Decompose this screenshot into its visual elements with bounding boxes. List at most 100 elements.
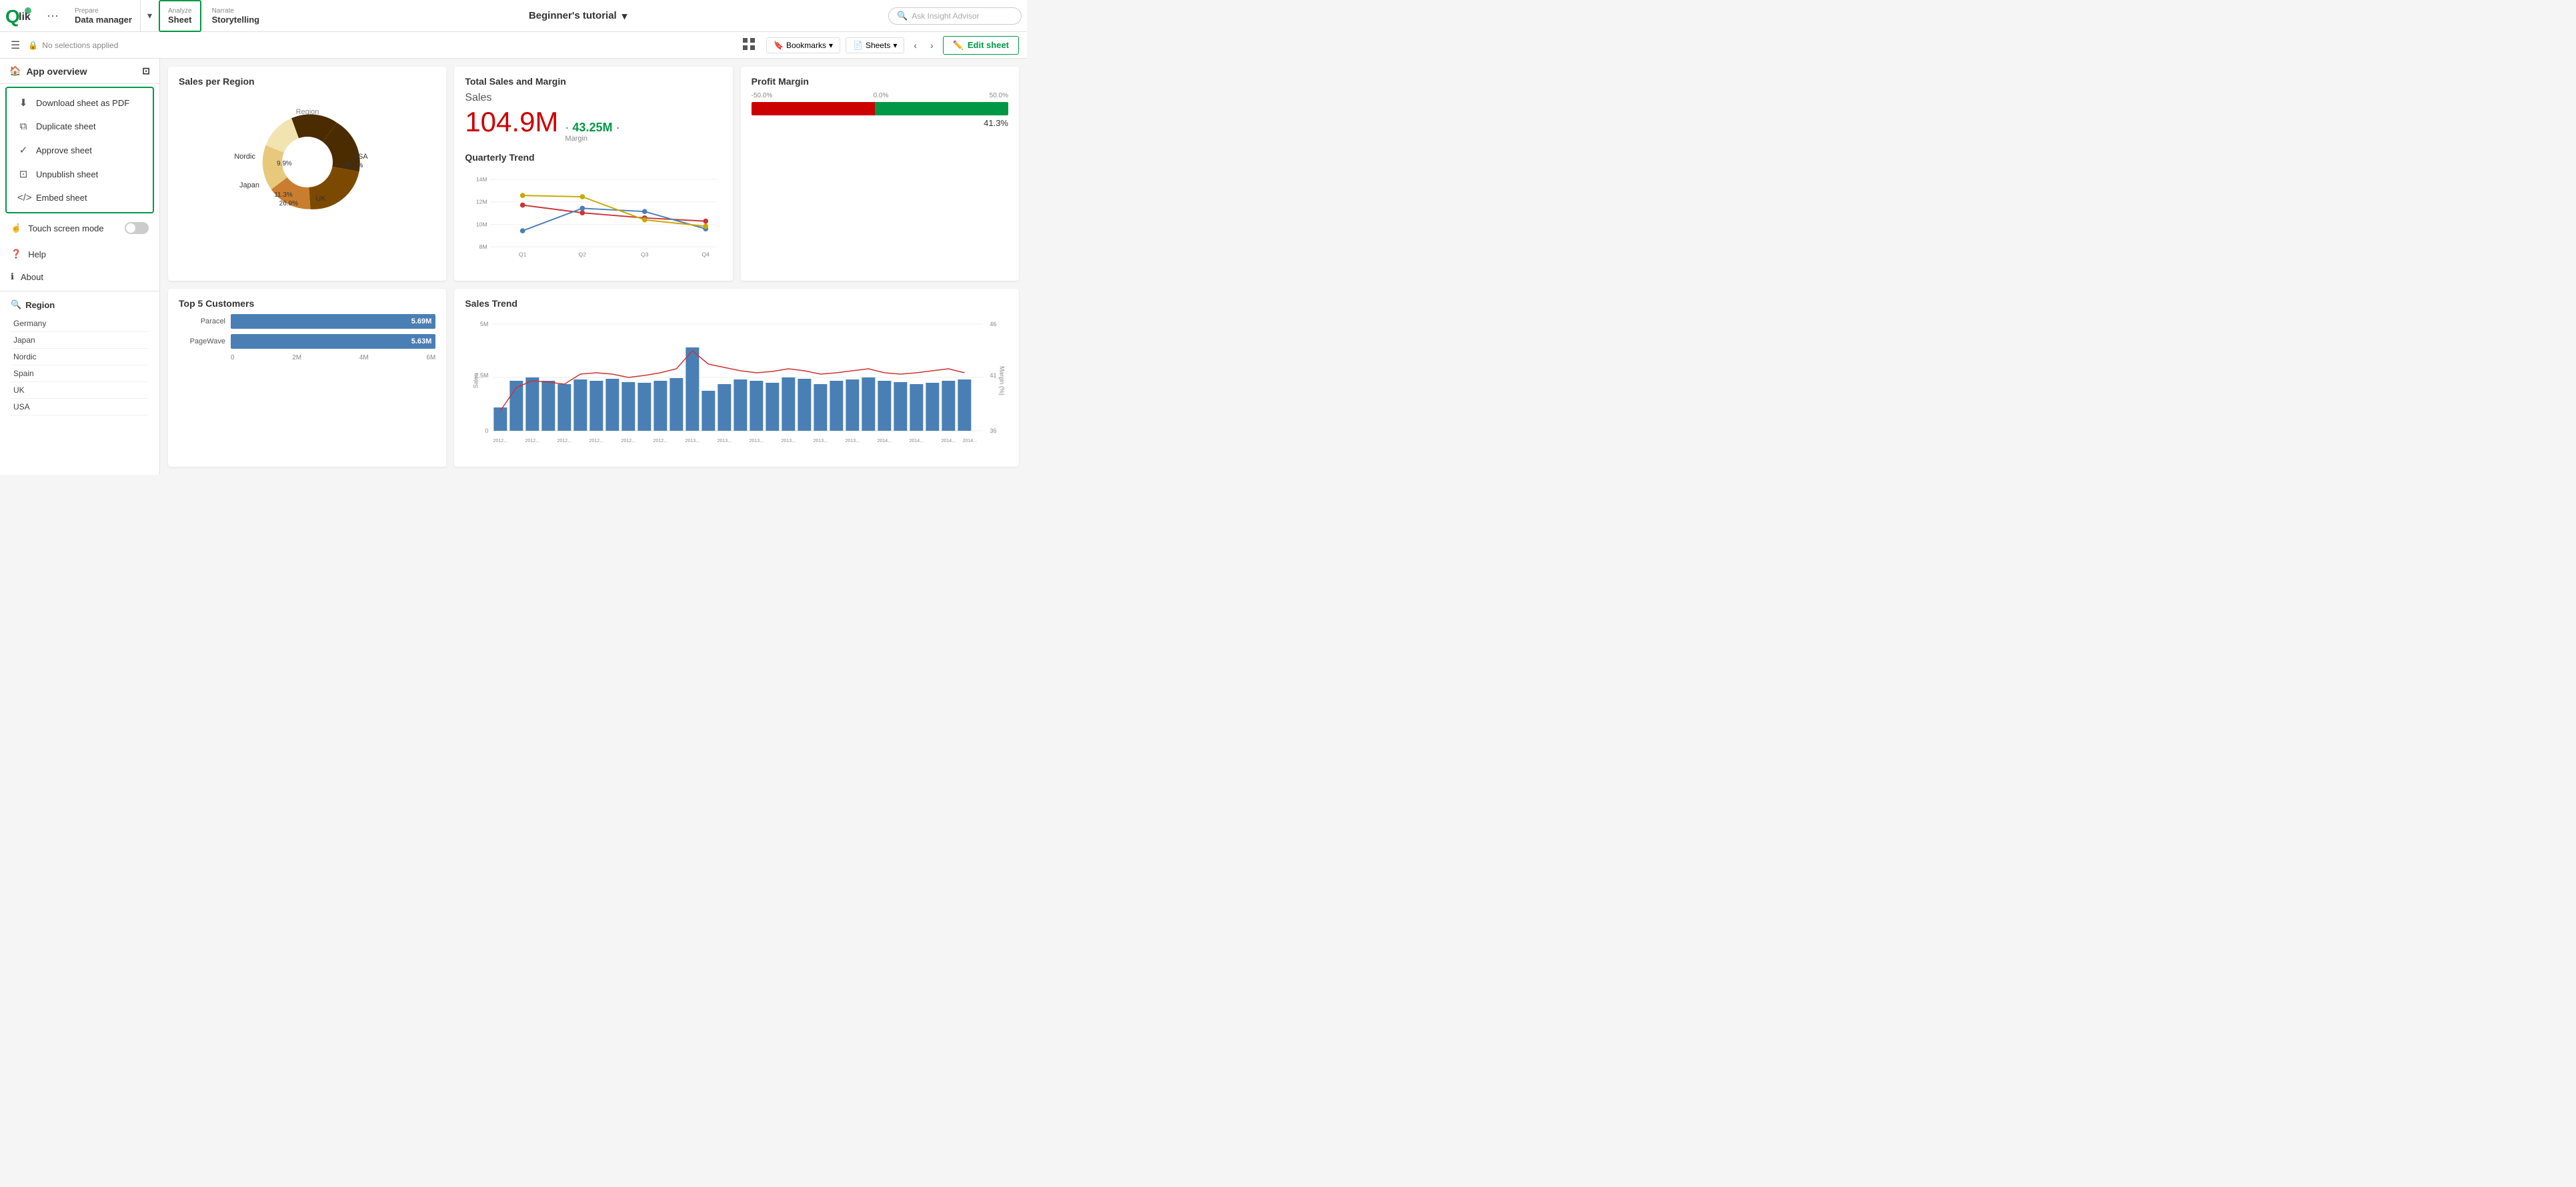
sheets-arrow: ▾ <box>893 41 897 50</box>
region-usa[interactable]: USA <box>11 399 149 415</box>
about-icon: ℹ <box>11 271 14 282</box>
sidebar: 🏠 App overview ⊡ ⬇ Download sheet as PDF… <box>0 59 160 475</box>
svg-text:2012...: 2012... <box>654 439 668 443</box>
sales-per-region-chart: Sales per Region Region <box>168 67 446 281</box>
prev-sheet-button[interactable]: ‹ <box>910 39 921 52</box>
svg-text:11.3%: 11.3% <box>274 191 293 199</box>
profit-bar-labels: -50.0% 0.0% 50.0% <box>752 92 1008 99</box>
bookmark-icon: 🔖 <box>774 41 784 50</box>
quarterly-trend-svg: 14M 12M 10M 8M Q1 Q2 Q3 Q4 <box>465 168 722 261</box>
app-overview-label: App overview <box>26 66 87 77</box>
svg-text:8M: 8M <box>479 243 487 250</box>
download-pdf-item[interactable]: ⬇ Download sheet as PDF <box>7 91 153 115</box>
profit-label-neg: -50.0% <box>752 92 773 99</box>
app-title-arrow[interactable]: ▾ <box>622 10 627 22</box>
hamburger-button[interactable]: ☰ <box>8 36 23 55</box>
profit-label-pos: 50.0% <box>990 92 1008 99</box>
sidebar-bottom: ❓ Help ℹ About <box>0 240 159 291</box>
duplicate-sheet-item[interactable]: ⧉ Duplicate sheet <box>7 115 153 138</box>
svg-text:0: 0 <box>485 427 489 434</box>
narrate-nav-section: Narrate Storytelling <box>204 0 268 32</box>
svg-text:Japan: Japan <box>239 181 259 189</box>
margin-value: · 43.25M · <box>565 121 619 135</box>
profit-margin-card: Profit Margin -50.0% 0.0% 50.0% 41.3% <box>741 67 1019 281</box>
prepare-dropdown-arrow[interactable]: ▾ <box>143 10 156 21</box>
svg-text:2014...: 2014... <box>942 439 956 443</box>
context-menu-dropdown: ⬇ Download sheet as PDF ⧉ Duplicate shee… <box>5 87 154 213</box>
about-label: About <box>21 272 43 282</box>
sales-per-region-title: Sales per Region <box>179 76 435 87</box>
grid-view-button[interactable] <box>737 35 761 55</box>
svg-text:9.9%: 9.9% <box>277 160 292 167</box>
help-icon: ❓ <box>11 249 21 259</box>
region-uk[interactable]: UK <box>11 382 149 399</box>
approve-sheet-item[interactable]: ✓ Approve sheet <box>7 138 153 162</box>
region-filter-title: 🔍 Region <box>11 299 149 310</box>
analyze-nav-section[interactable]: Analyze Sheet <box>159 0 201 32</box>
no-selections-indicator: 🔒 No selections applied <box>28 41 118 50</box>
svg-text:2012...: 2012... <box>621 439 635 443</box>
margin-label: Margin <box>565 135 619 143</box>
paracel-value: 5.69M <box>411 317 432 325</box>
region-spain[interactable]: Spain <box>11 365 149 382</box>
profit-margin-bar <box>752 102 1008 115</box>
svg-text:45.5%: 45.5% <box>344 162 363 169</box>
pagewave-bar-row: PageWave 5.63M <box>179 334 435 349</box>
region-nordic[interactable]: Nordic <box>11 349 149 365</box>
edit-sheet-label: Edit sheet <box>968 40 1009 50</box>
svg-text:2013...: 2013... <box>750 439 764 443</box>
sheets-label: Sheets <box>866 41 890 50</box>
bookmarks-arrow: ▾ <box>829 41 833 50</box>
unpublish-sheet-label: Unpublish sheet <box>36 169 98 179</box>
total-sales-title: Total Sales and Margin <box>465 76 722 87</box>
svg-text:2013...: 2013... <box>686 439 700 443</box>
svg-text:Nordic: Nordic <box>234 153 255 161</box>
narrate-label: Narrate <box>212 7 234 15</box>
bookmarks-button[interactable]: 🔖 Bookmarks ▾ <box>766 37 840 53</box>
download-icon: ⬇ <box>17 97 29 109</box>
about-item[interactable]: ℹ About <box>0 265 159 288</box>
svg-text:Margin (%): Margin (%) <box>999 366 1006 395</box>
app-overview-link[interactable]: 🏠 App overview ⊡ <box>0 59 159 84</box>
region-germany[interactable]: Germany <box>11 315 149 332</box>
analyze-label: Analyze <box>168 7 192 15</box>
second-navigation: ☰ 🔒 No selections applied 🔖 Bookmarks ▾ … <box>0 32 1027 59</box>
insight-advisor-search[interactable]: 🔍 Ask Insight Advisor <box>888 7 1022 25</box>
duplicate-icon: ⧉ <box>17 121 29 132</box>
sheets-button[interactable]: 📄 Sheets ▾ <box>846 37 904 53</box>
svg-text:2014...: 2014... <box>910 439 924 443</box>
svg-text:Q3: Q3 <box>641 251 649 258</box>
customers-bar-chart: Paracel 5.69M PageWave 5.63M 02M4M6M <box>179 314 435 361</box>
approve-sheet-label: Approve sheet <box>36 145 92 155</box>
embed-sheet-item[interactable]: </> Embed sheet <box>7 186 153 209</box>
bar-axis: 02M4M6M <box>179 354 435 361</box>
svg-text:Q1: Q1 <box>519 251 527 258</box>
region-japan[interactable]: Japan <box>11 332 149 349</box>
sales-value: 104.9M <box>465 107 558 137</box>
next-sheet-button[interactable]: › <box>926 39 938 52</box>
more-options-button[interactable]: ··· <box>41 6 64 25</box>
touch-screen-mode-item[interactable]: ☝ Touch screen mode <box>0 216 159 240</box>
unpublish-sheet-item[interactable]: ⊡ Unpublish sheet <box>7 162 153 186</box>
edit-sheet-button[interactable]: ✏️ Edit sheet <box>943 36 1019 55</box>
search-small-icon: 🔍 <box>11 299 21 310</box>
no-selections-text: No selections applied <box>42 41 118 50</box>
svg-text:USA: USA <box>353 153 368 161</box>
profit-margin-title: Profit Margin <box>752 76 1008 87</box>
help-item[interactable]: ❓ Help <box>0 243 159 265</box>
app-title-area: Beginner's tutorial ▾ <box>270 10 886 22</box>
touch-mode-toggle[interactable] <box>125 222 149 234</box>
sales-label: Sales <box>465 92 722 104</box>
svg-text:2014...: 2014... <box>878 439 892 443</box>
svg-text:Q2: Q2 <box>579 251 587 258</box>
embed-sheet-label: Embed sheet <box>36 193 87 203</box>
svg-text:2012...: 2012... <box>589 439 603 443</box>
sales-trend-svg: 5M 2.5M 0 46 41 36 Sales Margin (%) <box>465 314 1008 447</box>
profit-pct-value: 41.3% <box>752 118 1008 128</box>
svg-text:12M: 12M <box>476 199 487 205</box>
prepare-label: Prepare <box>75 7 99 15</box>
svg-text:5M: 5M <box>480 321 489 327</box>
qlik-logo: Q lik <box>5 5 33 27</box>
duplicate-sheet-label: Duplicate sheet <box>36 121 96 131</box>
help-label: Help <box>28 249 46 259</box>
